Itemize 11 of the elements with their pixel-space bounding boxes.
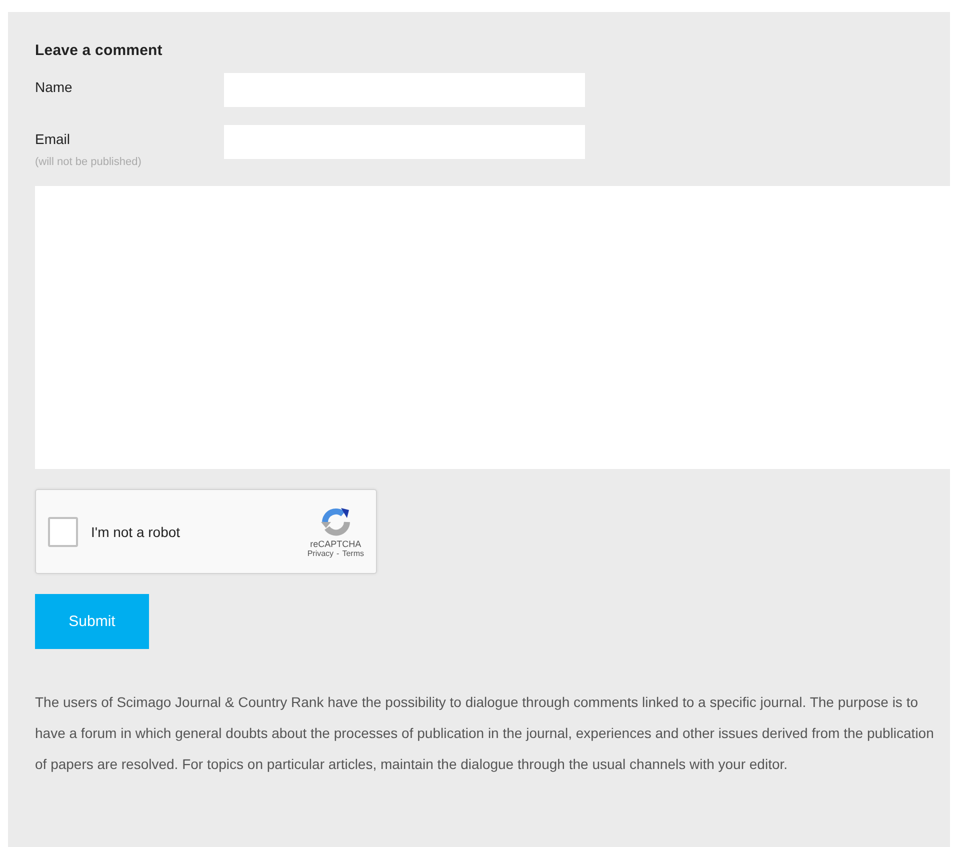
form-title: Leave a comment	[35, 42, 164, 59]
separator: -	[336, 549, 340, 558]
field-hint: (will not be published)	[35, 156, 142, 168]
captcha-label: I'm not a robot	[91, 524, 182, 540]
captcha-brand: reCAPTCHA	[310, 539, 362, 549]
checkbox[interactable]	[48, 516, 78, 546]
field-label: Email	[35, 131, 72, 147]
field-label: Name	[35, 79, 74, 95]
terms-link[interactable]: Terms	[342, 549, 364, 558]
privacy-link[interactable]: Privacy	[307, 549, 334, 558]
notice-text: The users of Scimago Journal & Country Rank have the possibility to dialogue through comments linked to a specific journal. The purpose is to have a forum in which general doubts about the processes of publication in the journal, experiences and other issues derived from the publication of papers are resolved. For topics on particular articles, maintain the dialogue through the usual channels with your editor.	[35, 693, 935, 774]
